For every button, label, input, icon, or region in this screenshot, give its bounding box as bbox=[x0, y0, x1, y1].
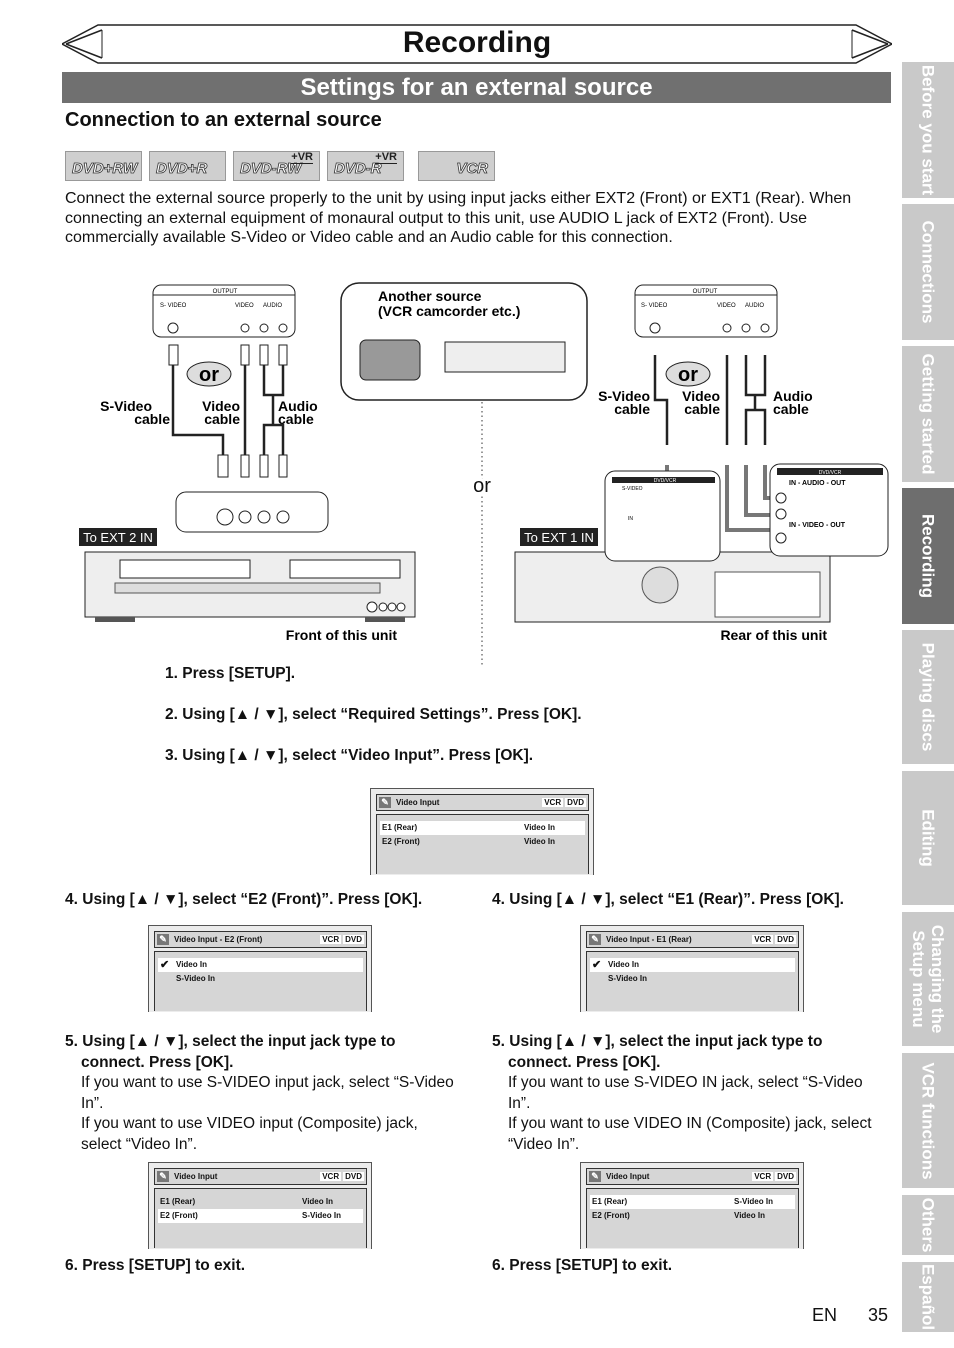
sidebar-tab-recording[interactable]: Recording bbox=[902, 488, 954, 624]
right-step-4: 4. Using [▲ / ▼], select “E1 (Rear)”. Pr… bbox=[492, 891, 844, 908]
step-1: 1. Press [SETUP]. bbox=[165, 665, 296, 682]
disc-badges: DVD+RW DVD+R +VR DVD-RW +VR DVD-R VCR bbox=[65, 151, 495, 181]
wrench-icon: ✎ bbox=[379, 797, 391, 808]
rear-unit bbox=[514, 551, 831, 623]
screen-e2-front: ✎ Video Input - E2 (Front) VCR DVD ✔ Video I… bbox=[148, 925, 372, 1012]
sidebar-tab-getting-started[interactable]: Getting started bbox=[902, 346, 954, 482]
in-video-out-label: IN - VIDEO - OUT bbox=[789, 522, 846, 529]
or-label: or bbox=[199, 364, 219, 386]
page-title-banner: Recording bbox=[62, 22, 892, 66]
svg-text:DVD/VCR: DVD/VCR bbox=[654, 478, 677, 484]
menu-row[interactable]: E1 (Rear) Video In bbox=[158, 1195, 363, 1209]
language-label: EN bbox=[812, 1305, 838, 1325]
to-ext1-label: To EXT 1 IN bbox=[524, 530, 594, 545]
screen-right-result: ✎ Video Input VCR DVD E1 (Rear) S-Video In E… bbox=[580, 1162, 804, 1249]
sidebar-tab-espanol[interactable]: Español bbox=[902, 1262, 954, 1332]
camcorder-icon bbox=[359, 339, 421, 381]
sidebar-tab-setup-menu[interactable]: Changing the Setup menu bbox=[902, 912, 954, 1046]
svg-text:cable: cable bbox=[204, 411, 240, 427]
badge-dvd-plus-rw: DVD+RW bbox=[65, 151, 142, 181]
front-unit bbox=[84, 551, 416, 622]
rear-jack-closeup: DVD/VCR IN - AUDIO - OUT IN - VIDEO - OU… bbox=[769, 463, 889, 557]
right-step-6: 6. Press [SETUP] to exit. bbox=[492, 1257, 673, 1274]
sidebar-tab-before-you-start[interactable]: Before you start bbox=[902, 62, 954, 198]
left-step-6: 6. Press [SETUP] to exit. bbox=[65, 1257, 246, 1274]
menu-row[interactable]: ✔ Video In bbox=[590, 958, 795, 972]
badge-dvd-rw: +VR DVD-RW bbox=[233, 151, 320, 181]
check-icon: ✔ bbox=[160, 959, 170, 971]
sidebar-tab-connections[interactable]: Connections bbox=[902, 204, 954, 340]
menu-row[interactable]: E2 (Front) S-Video In bbox=[158, 1209, 363, 1223]
svg-text:cable: cable bbox=[278, 411, 314, 427]
sidebar-tab-editing[interactable]: Editing bbox=[902, 771, 954, 905]
left-step-4: 4. Using [▲ / ▼], select “E2 (Front)”. P… bbox=[65, 891, 423, 908]
svg-text:VIDEO: VIDEO bbox=[235, 303, 254, 309]
rear-of-unit-label: Rear of this unit bbox=[720, 627, 827, 643]
sidebar-tab-vcr-functions[interactable]: VCR functions bbox=[902, 1053, 954, 1188]
step-3: 3. Using [▲ / ▼], select “Video Input”. … bbox=[165, 747, 534, 764]
left-step-5: 5. Using [▲ / ▼], select the input jack … bbox=[65, 1033, 454, 1153]
svg-text:cable: cable bbox=[773, 401, 809, 417]
wrench-icon: ✎ bbox=[589, 934, 601, 945]
svg-text:(VCR camcorder etc.): (VCR camcorder etc.) bbox=[378, 303, 520, 319]
step-2: 2. Using [▲ / ▼], select “Required Setti… bbox=[165, 706, 582, 723]
menu-row[interactable]: S-Video In bbox=[590, 972, 795, 986]
vcr-icon bbox=[444, 341, 566, 373]
right-output-panel: OUTPUT S- VIDEO VIDEO AUDIO bbox=[634, 284, 778, 338]
svg-text:cable: cable bbox=[684, 401, 720, 417]
svg-text:DVD/VCR: DVD/VCR bbox=[819, 470, 842, 476]
connection-diagram: OUTPUT S- VIDEO VIDEO AUDIO or S-Video c… bbox=[79, 282, 889, 665]
intro-paragraph: Connect the external source properly to … bbox=[65, 190, 852, 246]
to-ext2-label: To EXT 2 IN bbox=[83, 530, 153, 545]
svg-text:S- VIDEO: S- VIDEO bbox=[641, 303, 668, 309]
badge-dvd-r: +VR DVD-R bbox=[327, 151, 404, 181]
menu-row[interactable]: S-Video In bbox=[158, 972, 363, 986]
wrench-icon: ✎ bbox=[589, 1171, 601, 1182]
svg-text:IN: IN bbox=[628, 516, 633, 522]
sidebar-tab-others[interactable]: Others bbox=[902, 1195, 954, 1255]
wrench-icon: ✎ bbox=[157, 934, 169, 945]
page-number: 35 bbox=[868, 1305, 889, 1325]
right-step-5: 5. Using [▲ / ▼], select the input jack … bbox=[492, 1033, 872, 1153]
svg-text:VIDEO: VIDEO bbox=[717, 303, 736, 309]
screen-left-result: ✎ Video Input VCR DVD E1 (Rear) Video In E2 … bbox=[148, 1162, 372, 1249]
sub-heading: Connection to an external source bbox=[65, 109, 382, 131]
page-title: Recording bbox=[402, 26, 552, 59]
menu-row[interactable]: E2 (Front) Video In bbox=[590, 1209, 795, 1223]
svg-text:S- VIDEO: S- VIDEO bbox=[160, 303, 187, 309]
menu-row[interactable]: E1 (Rear) Video In bbox=[380, 821, 585, 835]
screen-video-input: ✎ Video Input VCR DVD E1 (Rear) Video In E2 … bbox=[370, 788, 594, 875]
front-of-unit-label: Front of this unit bbox=[286, 627, 398, 643]
section-title: Settings for an external source bbox=[62, 72, 891, 103]
svg-text:OUTPUT: OUTPUT bbox=[693, 289, 718, 295]
check-icon: ✔ bbox=[592, 959, 602, 971]
svg-text:OUTPUT: OUTPUT bbox=[213, 289, 238, 295]
svg-text:AUDIO: AUDIO bbox=[263, 303, 282, 309]
svg-text:or: or bbox=[678, 364, 698, 386]
left-output-panel: OUTPUT S- VIDEO VIDEO AUDIO bbox=[152, 284, 296, 338]
svg-text:AUDIO: AUDIO bbox=[745, 303, 764, 309]
screen-e1-rear: ✎ Video Input - E1 (Rear) VCR DVD ✔ Video In… bbox=[580, 925, 804, 1012]
svg-text:S-VIDEO: S-VIDEO bbox=[622, 486, 643, 492]
svg-text:cable: cable bbox=[134, 411, 170, 427]
badge-vcr: VCR bbox=[418, 151, 495, 181]
menu-row[interactable]: E2 (Front) Video In bbox=[380, 835, 585, 849]
sidebar-tab-playing-discs[interactable]: Playing discs bbox=[902, 630, 954, 764]
in-audio-out-label: IN - AUDIO - OUT bbox=[789, 480, 846, 487]
wrench-icon: ✎ bbox=[157, 1171, 169, 1182]
svg-text:cable: cable bbox=[614, 401, 650, 417]
or-divider: or bbox=[473, 475, 491, 497]
badge-dvd-plus-r: DVD+R bbox=[149, 151, 226, 181]
menu-row[interactable]: E1 (Rear) S-Video In bbox=[590, 1195, 795, 1209]
menu-row[interactable]: ✔ Video In bbox=[158, 958, 363, 972]
svg-text:Another source: Another source bbox=[378, 288, 482, 304]
